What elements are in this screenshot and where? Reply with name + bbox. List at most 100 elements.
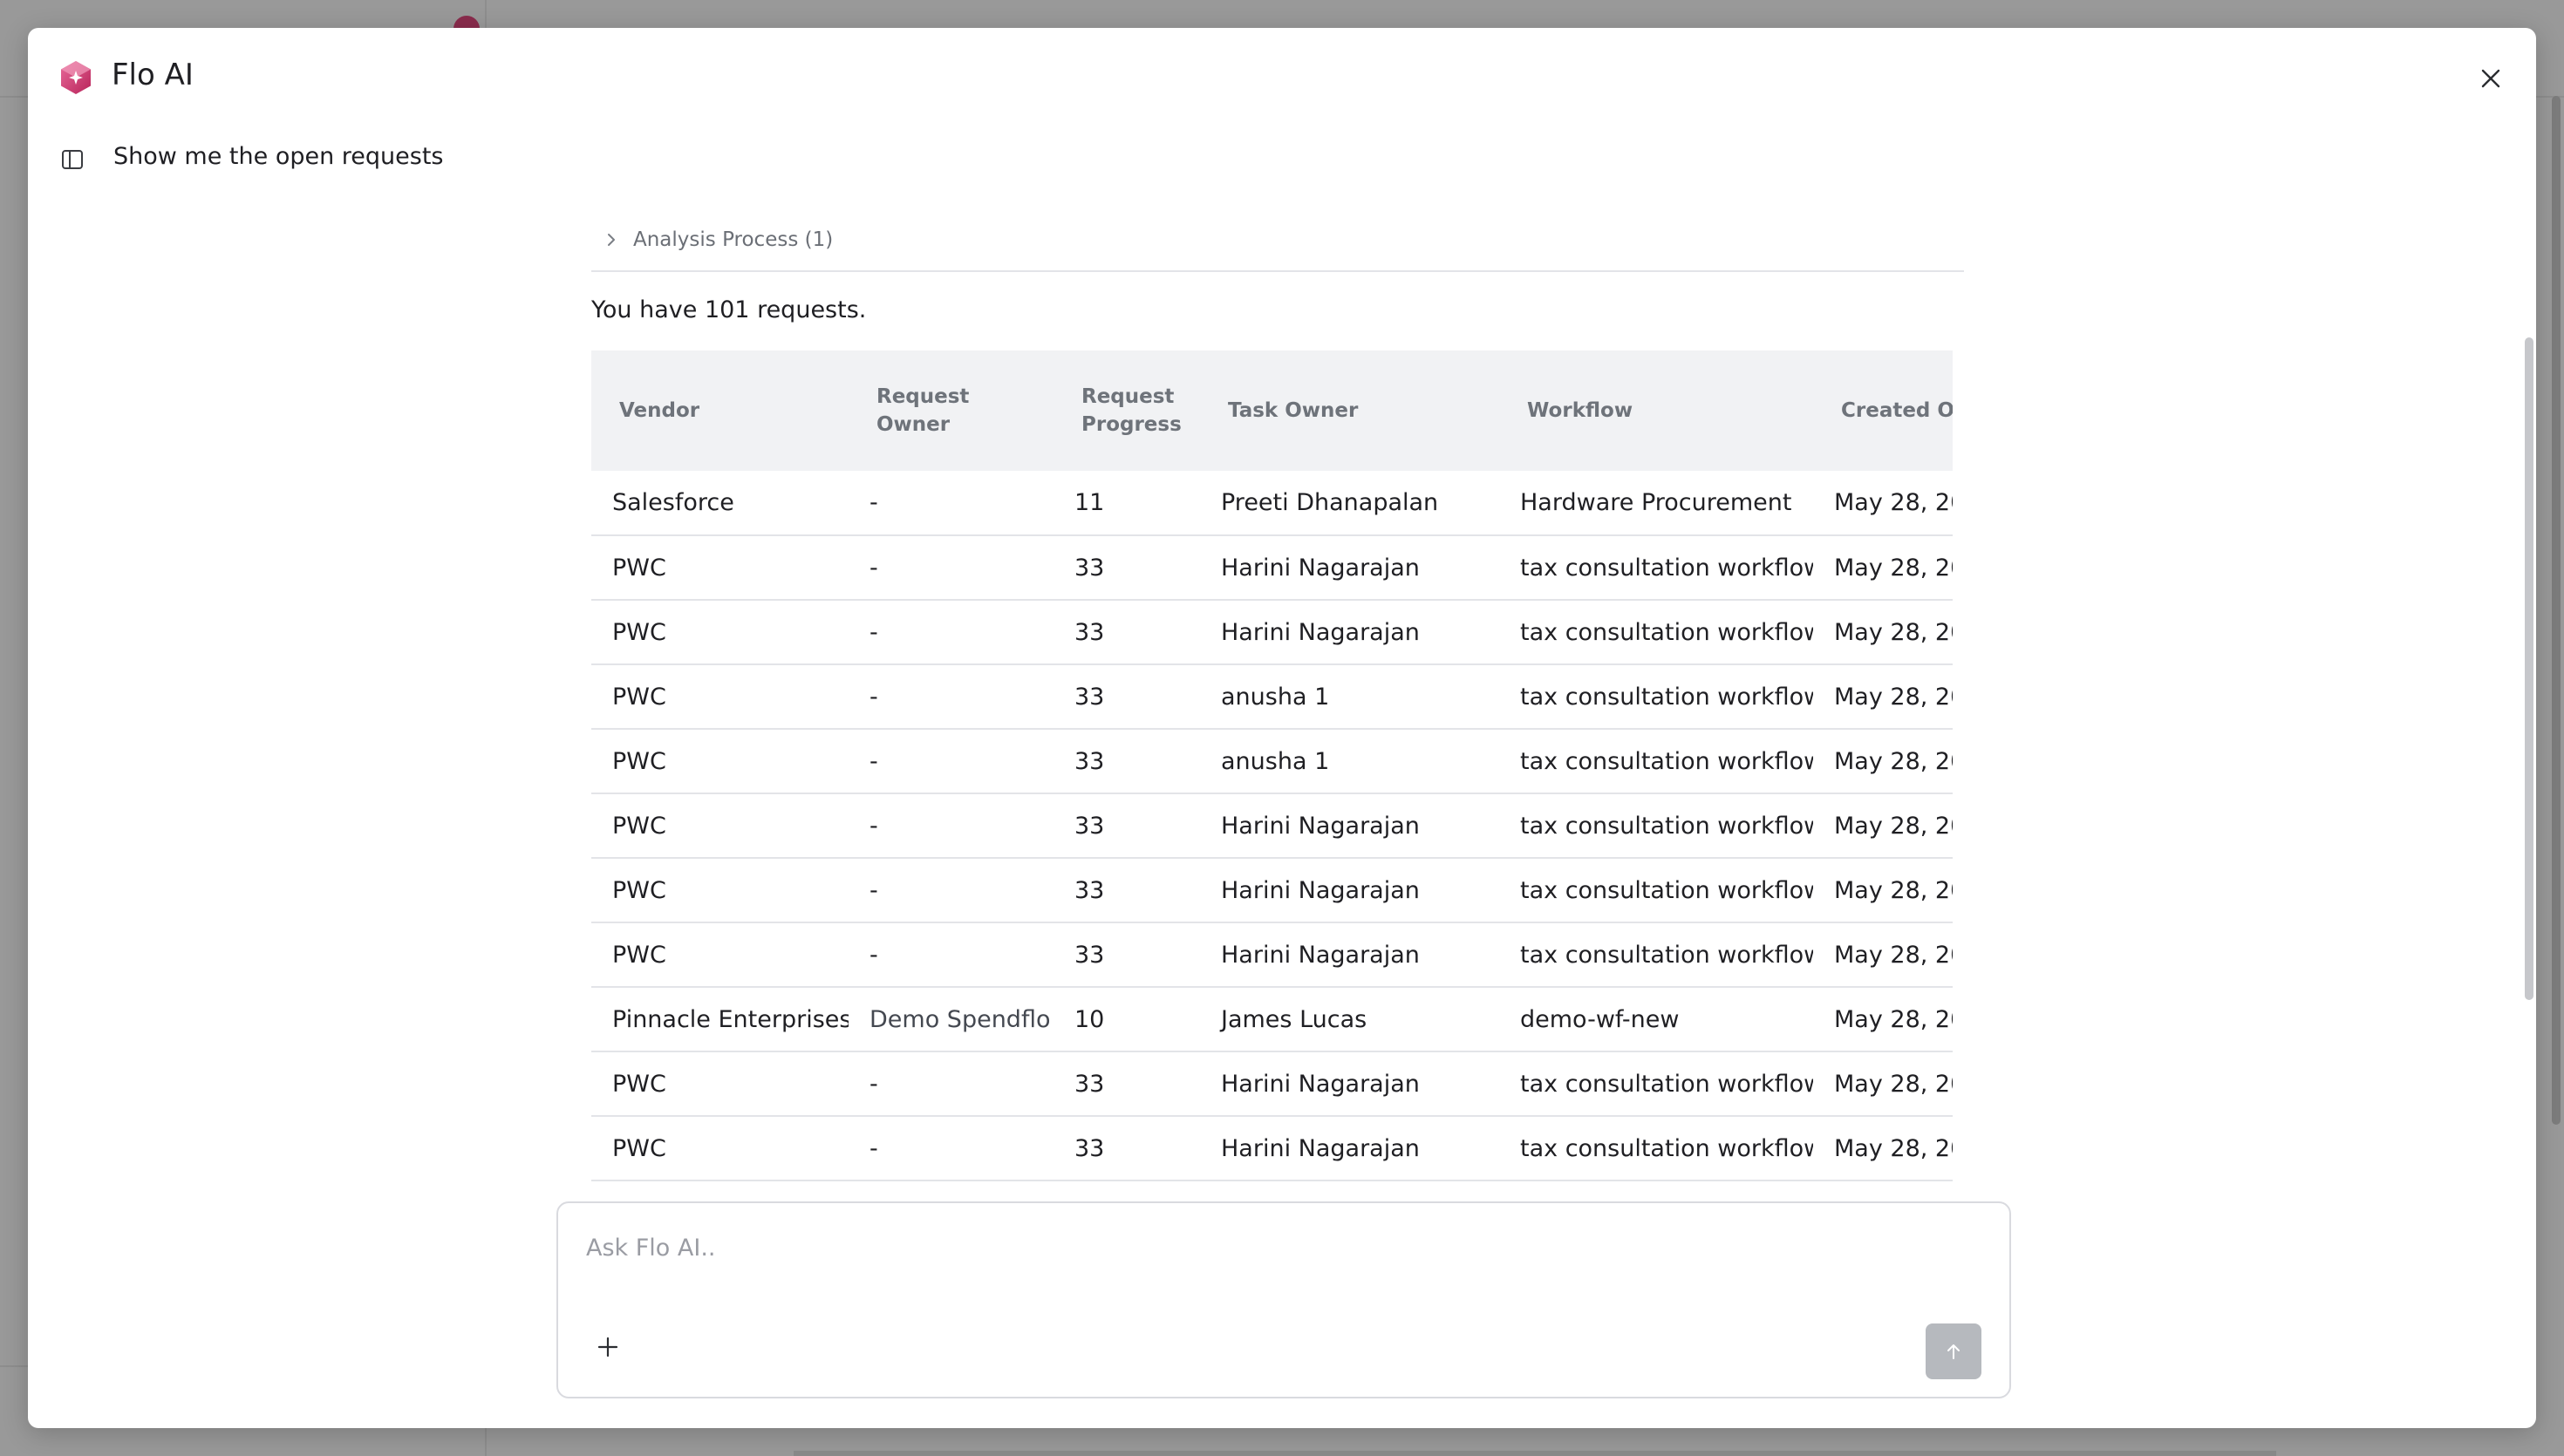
requests-table-container[interactable]: Vendor Request Owner Request Progress Ta… <box>591 350 1953 1181</box>
cell-created-on: May 28, 20 <box>1813 664 1953 730</box>
cell-request-progress: 33 <box>1054 535 1200 601</box>
cell-workflow: tax consultation workflow <box>1499 858 1813 923</box>
send-button[interactable] <box>1926 1323 1981 1379</box>
cell-request-progress: 33 <box>1054 664 1200 730</box>
cell-created-on: May 28, 20 <box>1813 471 1953 536</box>
cell-workflow: tax consultation workflow <box>1499 664 1813 730</box>
cell-request-owner: - <box>849 858 1054 923</box>
cell-request-owner: - <box>849 1051 1054 1117</box>
cell-task-owner: anusha 1 <box>1200 664 1499 730</box>
cell-request-progress: 33 <box>1054 922 1200 988</box>
cell-created-on: May 28, 20 <box>1813 987 1953 1052</box>
cell-request-progress: 33 <box>1054 729 1200 794</box>
table-row[interactable]: PWC -33 Harini Nagarajan tax consultation w… <box>591 600 1953 665</box>
cell-task-owner: Harini Nagarajan <box>1200 1116 1499 1181</box>
cell-vendor: PWC <box>591 922 849 988</box>
cell-workflow: tax consultation workflow <box>1499 1051 1813 1117</box>
modal-header: Flo AI <box>28 28 2536 133</box>
chat-composer <box>556 1201 2011 1398</box>
cell-request-owner: - <box>849 664 1054 730</box>
table-row[interactable]: Pinnacle Enterprises Demo Spendflo 10 James… <box>591 987 1953 1052</box>
table-row[interactable]: PWC -33 anusha 1 tax consultation workflow M… <box>591 664 1953 730</box>
conversation-title[interactable]: Show me the open requests <box>113 143 444 170</box>
table-row[interactable]: PWC -33 Harini Nagarajan tax consultation w… <box>591 535 1953 601</box>
flo-ai-logo-icon <box>61 61 91 94</box>
cell-request-progress: 33 <box>1054 1116 1200 1181</box>
cell-vendor: PWC <box>591 600 849 665</box>
cell-workflow: tax consultation workflow <box>1499 922 1813 988</box>
cell-task-owner: Harini Nagarajan <box>1200 858 1499 923</box>
table-row[interactable]: PWC -33 anusha 1 tax consultation workflow M… <box>591 729 1953 794</box>
cell-task-owner: Harini Nagarajan <box>1200 1051 1499 1117</box>
cell-request-owner: - <box>849 729 1054 794</box>
arrow-up-icon <box>1947 1344 1960 1359</box>
cell-task-owner: Harini Nagarajan <box>1200 793 1499 859</box>
cell-created-on: May 28, 20 <box>1813 922 1953 988</box>
cell-created-on: May 28, 20 <box>1813 600 1953 665</box>
cell-task-owner: Harini Nagarajan <box>1200 600 1499 665</box>
cell-created-on: May 28, 20 <box>1813 858 1953 923</box>
analysis-process-label: Analysis Process (1) <box>633 228 834 251</box>
cell-created-on: May 28, 20 <box>1813 1116 1953 1181</box>
response-summary: You have 101 requests. <box>591 296 867 323</box>
table-row[interactable]: PWC -33 Harini Nagarajan tax consultation w… <box>591 858 1953 923</box>
column-header-workflow: Workflow <box>1499 350 1813 471</box>
cell-vendor: PWC <box>591 1116 849 1181</box>
sidebar-toggle-icon <box>62 150 83 169</box>
column-header-created-on: Created On <box>1813 350 1953 471</box>
cell-workflow: tax consultation workflow <box>1499 600 1813 665</box>
cell-vendor: PWC <box>591 1051 849 1117</box>
cell-vendor: PWC <box>591 858 849 923</box>
cell-workflow: demo-wf-new <box>1499 987 1813 1052</box>
column-header-vendor: Vendor <box>591 350 849 471</box>
cell-request-progress: 10 <box>1054 987 1200 1052</box>
column-header-task-owner: Task Owner <box>1200 350 1499 471</box>
cell-vendor: Pinnacle Enterprises <box>591 987 849 1052</box>
cell-workflow: tax consultation workflow <box>1499 1116 1813 1181</box>
cell-request-owner: Demo Spendflo <box>849 987 1054 1052</box>
cell-request-owner: - <box>849 1116 1054 1181</box>
table-row[interactable]: PWC -33 Harini Nagarajan tax consultation w… <box>591 1051 1953 1117</box>
cell-workflow: tax consultation workflow <box>1499 793 1813 859</box>
cell-task-owner: anusha 1 <box>1200 729 1499 794</box>
backdrop-scrollbar <box>2552 96 2561 1125</box>
cell-request-owner: - <box>849 471 1054 536</box>
cell-workflow: tax consultation workflow <box>1499 729 1813 794</box>
chevron-right-icon <box>608 234 615 246</box>
cell-request-progress: 33 <box>1054 858 1200 923</box>
requests-table: Vendor Request Owner Request Progress Ta… <box>591 350 1953 1181</box>
flo-ai-modal: Flo AI Show me the open requests Analysi… <box>28 28 2536 1428</box>
table-row[interactable]: Salesforce -11 Preeti Dhanapalan Hardware P… <box>591 471 1953 536</box>
cell-request-owner: - <box>849 535 1054 601</box>
cell-request-progress: 33 <box>1054 1051 1200 1117</box>
cell-task-owner: James Lucas <box>1200 987 1499 1052</box>
ask-input[interactable] <box>586 1235 1894 1262</box>
divider <box>591 270 1964 272</box>
cell-created-on: May 28, 20 <box>1813 793 1953 859</box>
table-row[interactable]: PWC -33 Harini Nagarajan tax consultation w… <box>591 1116 1953 1181</box>
column-header-request-progress: Request Progress <box>1054 350 1200 471</box>
cell-request-progress: 33 <box>1054 793 1200 859</box>
cell-request-progress: 33 <box>1054 600 1200 665</box>
chat-response: Analysis Process (1) You have 101 reques… <box>591 220 1992 1181</box>
cell-workflow: Hardware Procurement <box>1499 471 1813 536</box>
cell-request-owner: - <box>849 922 1054 988</box>
analysis-process-toggle[interactable]: Analysis Process (1) <box>591 220 1992 260</box>
table-row[interactable]: PWC -33 Harini Nagarajan tax consultation w… <box>591 922 1953 988</box>
cell-task-owner: Harini Nagarajan <box>1200 922 1499 988</box>
sidebar-toggle-button[interactable] <box>59 146 85 173</box>
backdrop-bottom-bar <box>794 1451 2276 1456</box>
close-button[interactable] <box>2475 63 2506 94</box>
cell-vendor: PWC <box>591 793 849 859</box>
add-attachment-button[interactable] <box>593 1332 623 1362</box>
cell-created-on: May 28, 20 <box>1813 1051 1953 1117</box>
cell-request-owner: - <box>849 600 1054 665</box>
modal-title: Flo AI <box>112 58 194 92</box>
plus-icon <box>597 1337 618 1357</box>
column-header-request-owner: Request Owner <box>849 350 1054 471</box>
table-row[interactable]: PWC -33 Harini Nagarajan tax consultation w… <box>591 793 1953 859</box>
cell-task-owner: Harini Nagarajan <box>1200 535 1499 601</box>
table-header-row: Vendor Request Owner Request Progress Ta… <box>591 350 1953 471</box>
cell-created-on: May 28, 20 <box>1813 729 1953 794</box>
modal-scrollbar[interactable] <box>2525 337 2533 1000</box>
